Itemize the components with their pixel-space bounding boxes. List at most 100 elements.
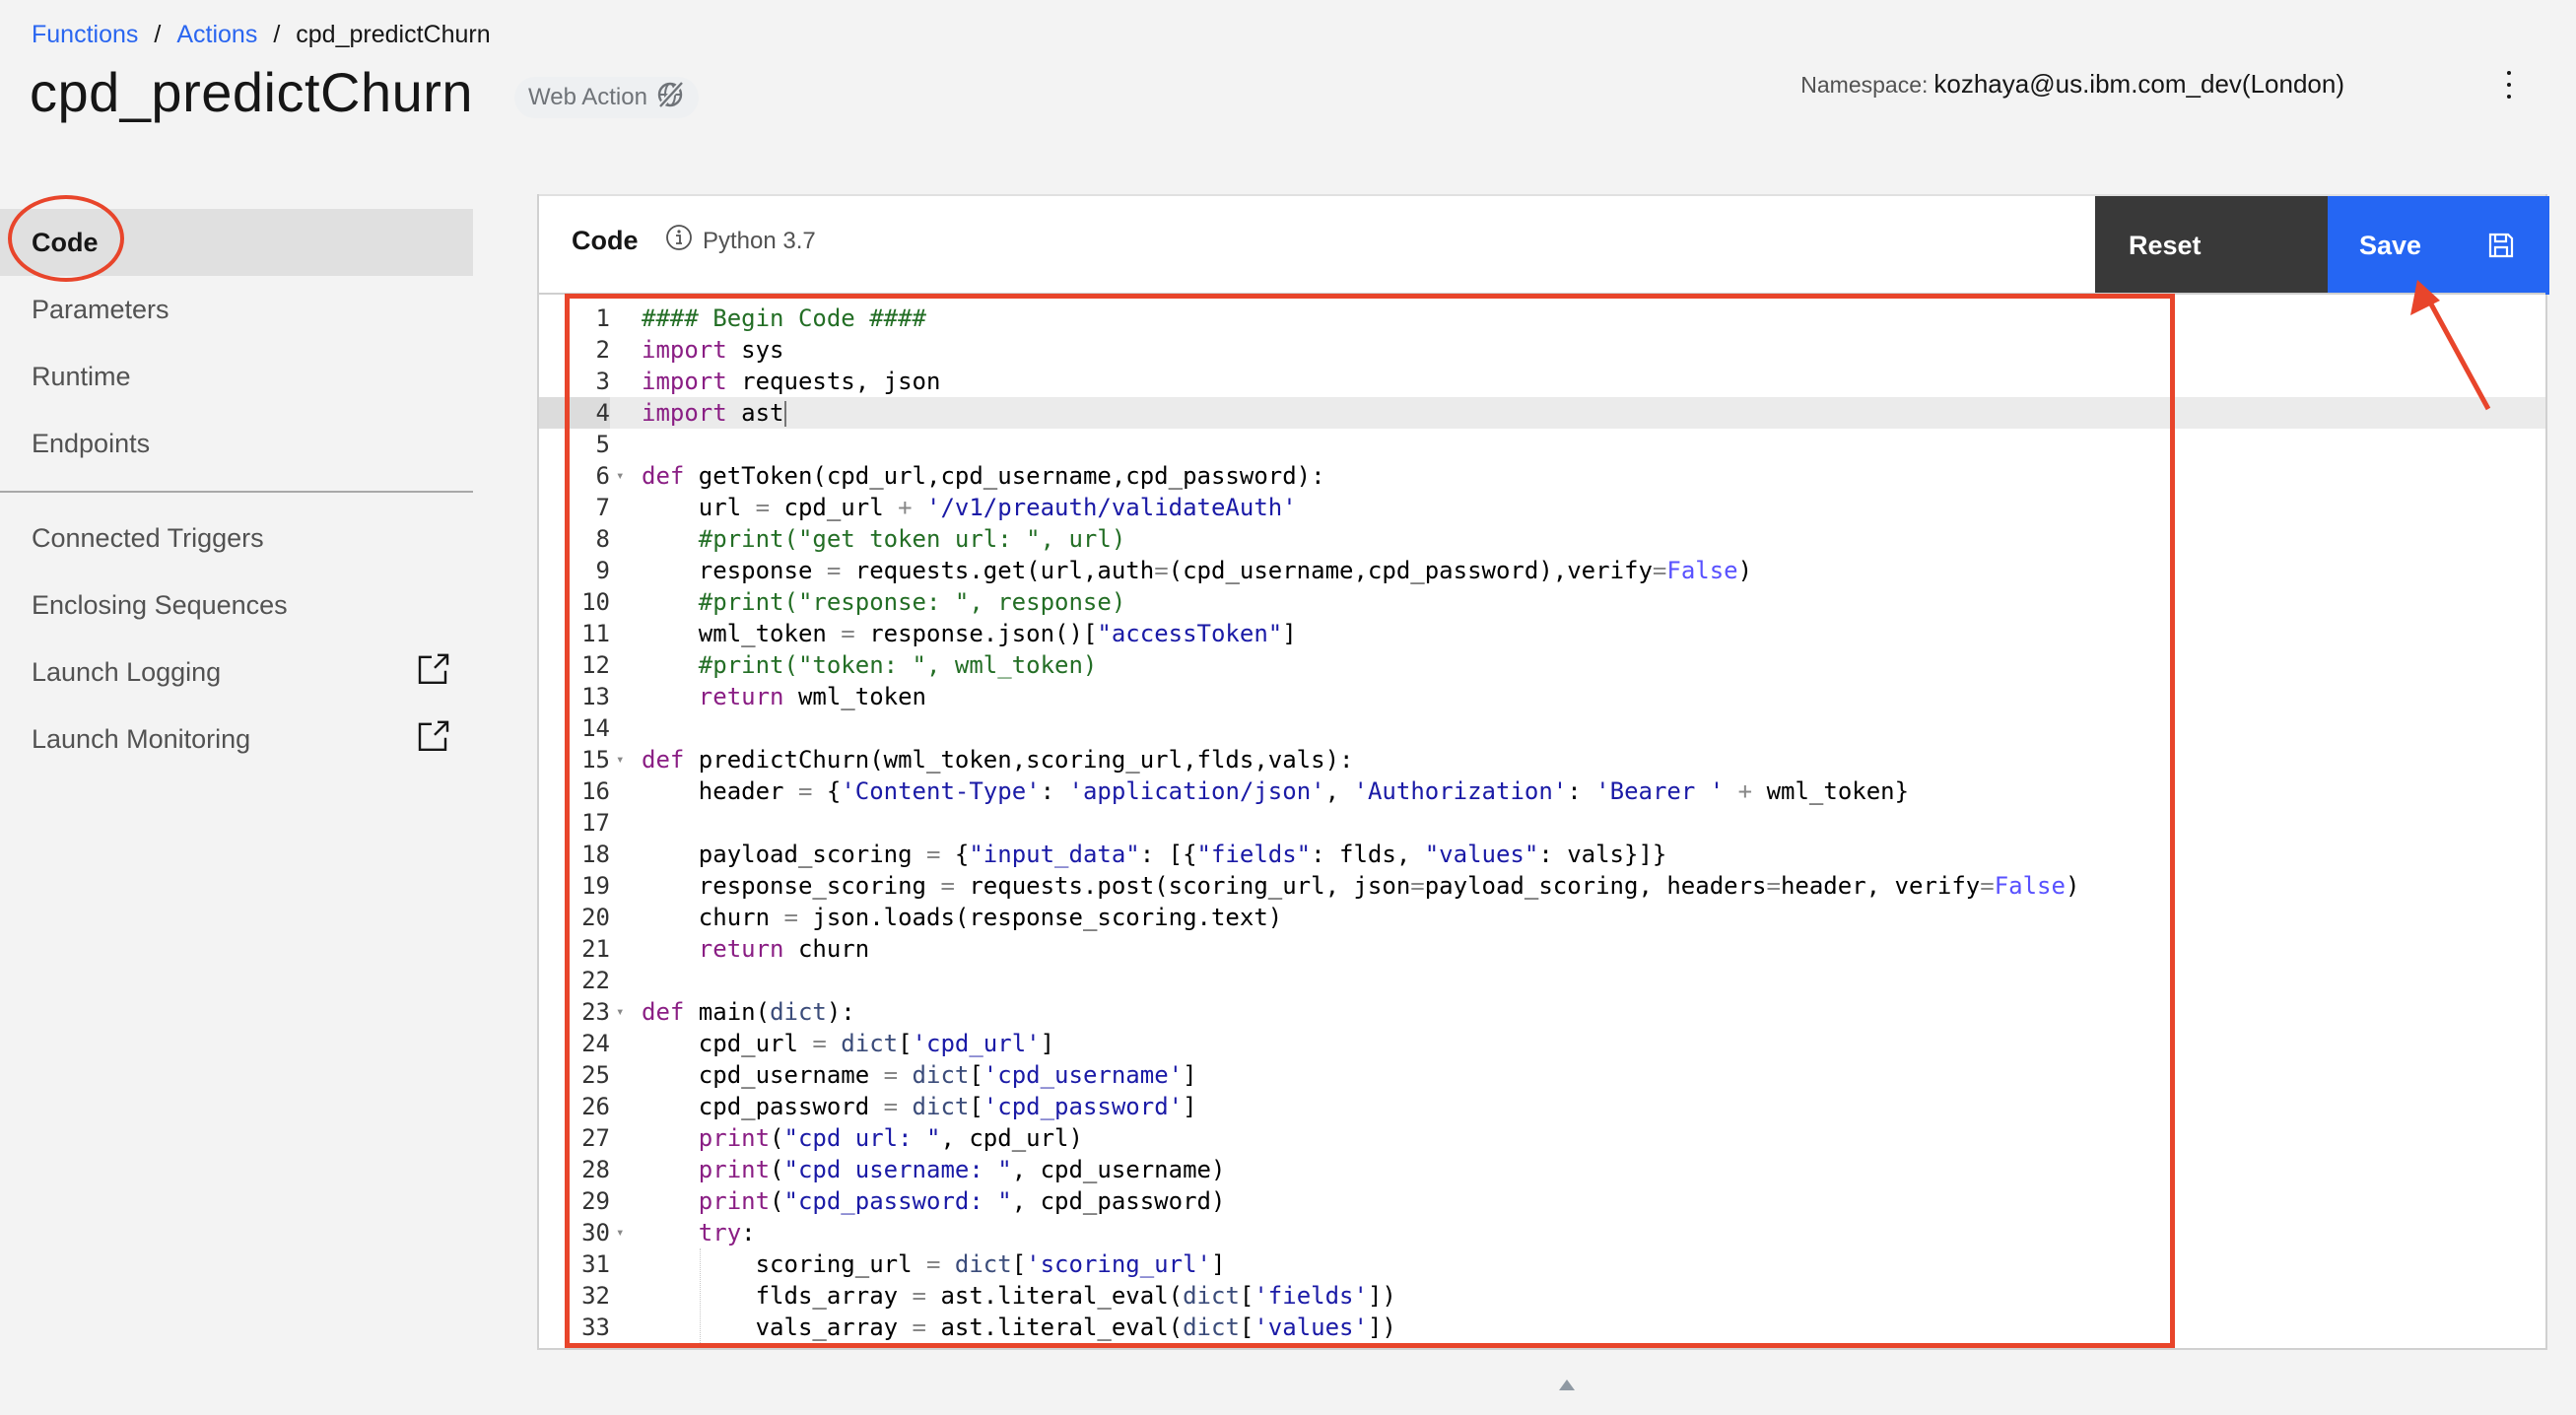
code-line[interactable]: 8 #print("get token url: ", url) — [539, 523, 2545, 555]
runtime-info: Python 3.7 — [665, 224, 816, 258]
code-line[interactable]: 5 — [539, 429, 2545, 460]
code-text: payload_scoring = {"input_data": [{"fiel… — [642, 841, 1667, 868]
code-line[interactable]: 7 url = cpd_url + '/v1/preauth/validateA… — [539, 492, 2545, 523]
code-line[interactable]: 6 ▾ def getToken(cpd_url,cpd_username,cpd_… — [539, 460, 2545, 492]
sidebar-item-enclosing-sequences[interactable]: Enclosing Sequences — [0, 572, 473, 639]
line-number: 4 — [539, 397, 610, 429]
breadcrumb-functions-link[interactable]: Functions — [32, 21, 138, 48]
fold-toggle-icon[interactable]: ▾ — [616, 1217, 624, 1248]
code-line[interactable]: 15 ▾ def predictChurn(wml_token,scoring_ur… — [539, 744, 2545, 775]
code-line[interactable]: 2 import sys — [539, 334, 2545, 366]
code-text: cpd_username = dict['cpd_username'] — [642, 1061, 1197, 1089]
code-line[interactable]: 10 #print("response: ", response) — [539, 586, 2545, 618]
line-number: 7 — [595, 494, 610, 521]
fold-toggle-icon[interactable]: ▾ — [616, 460, 624, 492]
code-line[interactable]: 17 — [539, 807, 2545, 839]
sidebar-item-parameters[interactable]: Parameters — [0, 276, 473, 343]
info-icon[interactable] — [665, 224, 693, 258]
code-line[interactable]: 12 #print("token: ", wml_token) — [539, 649, 2545, 681]
code-line[interactable]: 18 payload_scoring = {"input_data": [{"f… — [539, 839, 2545, 870]
code-text: churn = json.loads(response_scoring.text… — [642, 904, 1283, 931]
code-editor[interactable]: 1 #### Begin Code #### 2 import sys 3 import … — [539, 293, 2545, 1348]
breadcrumb: Functions / Actions / cpd_predictChurn — [32, 18, 491, 51]
code-line[interactable]: 9 response = requests.get(url,auth=(cpd_… — [539, 555, 2545, 586]
code-line[interactable]: 16 header = {'Content-Type': 'applicatio… — [539, 775, 2545, 807]
code-text: #### Begin Code #### — [642, 304, 926, 332]
code-text: #print("response: ", response) — [698, 588, 1126, 616]
resize-handle-caret-icon[interactable] — [1559, 1380, 1575, 1390]
code-text: flds_array = ast.literal_eval(dict['fiel… — [642, 1282, 1396, 1310]
line-number: 23 — [581, 998, 610, 1026]
sidebar-item-label: Connected Triggers — [32, 522, 264, 553]
code-line[interactable]: 11 wml_token = response.json()["accessTo… — [539, 618, 2545, 649]
line-number: 25 — [581, 1061, 610, 1089]
sidebar-item-label: Launch Logging — [32, 656, 222, 687]
save-button[interactable]: Save — [2328, 196, 2549, 295]
code-text: #print("token: ", wml_token) — [698, 651, 1098, 679]
code-text: return wml_token — [698, 683, 926, 710]
sidebar-item-connected-triggers[interactable]: Connected Triggers — [0, 505, 473, 572]
code-line[interactable]: 1 #### Begin Code #### — [539, 303, 2545, 334]
code-line[interactable]: 34 except: — [539, 1343, 2545, 1348]
line-number: 21 — [581, 935, 610, 963]
code-text: import sys — [642, 336, 784, 364]
code-line[interactable]: 3 import requests, json — [539, 366, 2545, 397]
code-line[interactable]: 4 import ast — [539, 397, 2545, 429]
line-number: 8 — [595, 525, 610, 553]
line-number: 3 — [595, 368, 610, 395]
sidebar: Code Parameters Runtime Endpoints Connec… — [0, 209, 473, 773]
launch-icon — [418, 653, 449, 685]
line-number: 29 — [581, 1187, 610, 1215]
code-text: def main(dict): — [642, 998, 855, 1026]
web-action-badge[interactable]: Web Action — [514, 77, 699, 118]
code-text: #print("get token url: ", url) — [698, 525, 1126, 553]
line-number: 14 — [581, 714, 610, 742]
code-line[interactable]: 33 vals_array = ast.literal_eval(dict['v… — [539, 1312, 2545, 1343]
line-number: 30 — [581, 1219, 610, 1247]
fold-toggle-icon[interactable]: ▾ — [616, 996, 624, 1028]
code-line[interactable]: 21 return churn — [539, 933, 2545, 965]
sidebar-item-launch-monitoring[interactable]: Launch Monitoring — [0, 706, 473, 773]
code-line[interactable]: 29 print("cpd_password: ", cpd_password) — [539, 1185, 2545, 1217]
fold-toggle-icon[interactable]: ▾ — [616, 744, 624, 775]
code-line[interactable]: 20 churn = json.loads(response_scoring.t… — [539, 902, 2545, 933]
code-panel-header: Code Python 3.7 Reset Save — [539, 194, 2549, 295]
code-lines: 1 #### Begin Code #### 2 import sys 3 import … — [539, 303, 2545, 1348]
breadcrumb-actions-link[interactable]: Actions — [176, 21, 257, 48]
code-text: try: — [698, 1219, 756, 1247]
code-line[interactable]: 22 — [539, 965, 2545, 996]
code-line[interactable]: 28 print("cpd username: ", cpd_username) — [539, 1154, 2545, 1185]
overflow-menu-vertical-icon[interactable] — [2499, 67, 2519, 102]
code-text: print("cpd username: ", cpd_username) — [698, 1156, 1226, 1183]
line-number: 32 — [581, 1282, 610, 1310]
sidebar-item-label: Runtime — [32, 361, 131, 391]
namespace-value[interactable]: kozhaya@us.ibm.com_dev(London) — [1933, 69, 2344, 99]
code-line[interactable]: 26 cpd_password = dict['cpd_password'] — [539, 1091, 2545, 1122]
code-text: url = cpd_url + '/v1/preauth/validateAut… — [642, 494, 1297, 521]
code-line[interactable]: 32 flds_array = ast.literal_eval(dict['f… — [539, 1280, 2545, 1312]
line-number: 31 — [581, 1250, 610, 1278]
reset-button[interactable]: Reset — [2095, 196, 2328, 295]
line-number: 11 — [581, 620, 610, 647]
breadcrumb-separator: / — [273, 21, 281, 48]
breadcrumb-separator: / — [154, 21, 162, 48]
sidebar-item-endpoints[interactable]: Endpoints — [0, 410, 473, 477]
annotation-circle — [8, 195, 124, 282]
code-line[interactable]: 19 response_scoring = requests.post(scor… — [539, 870, 2545, 902]
code-line[interactable]: 13 return wml_token — [539, 681, 2545, 712]
sidebar-item-launch-logging[interactable]: Launch Logging — [0, 639, 473, 706]
line-number: 6 — [595, 462, 610, 490]
code-line[interactable]: 27 print("cpd url: ", cpd_url) — [539, 1122, 2545, 1154]
code-line[interactable]: 31 scoring_url = dict['scoring_url'] — [539, 1248, 2545, 1280]
code-text: wml_token = response.json()["accessToken… — [642, 620, 1297, 647]
breadcrumb-current: cpd_predictChurn — [296, 21, 491, 48]
code-line[interactable]: 23 ▾ def main(dict): — [539, 996, 2545, 1028]
code-line[interactable]: 14 — [539, 712, 2545, 744]
sidebar-item-runtime[interactable]: Runtime — [0, 343, 473, 410]
code-line[interactable]: 25 cpd_username = dict['cpd_username'] — [539, 1059, 2545, 1091]
code-text: return churn — [698, 935, 870, 963]
code-line[interactable]: 30 ▾ try: — [539, 1217, 2545, 1248]
code-line[interactable]: 24 cpd_url = dict['cpd_url'] — [539, 1028, 2545, 1059]
line-number: 15 — [581, 746, 610, 774]
line-number: 27 — [581, 1124, 610, 1152]
